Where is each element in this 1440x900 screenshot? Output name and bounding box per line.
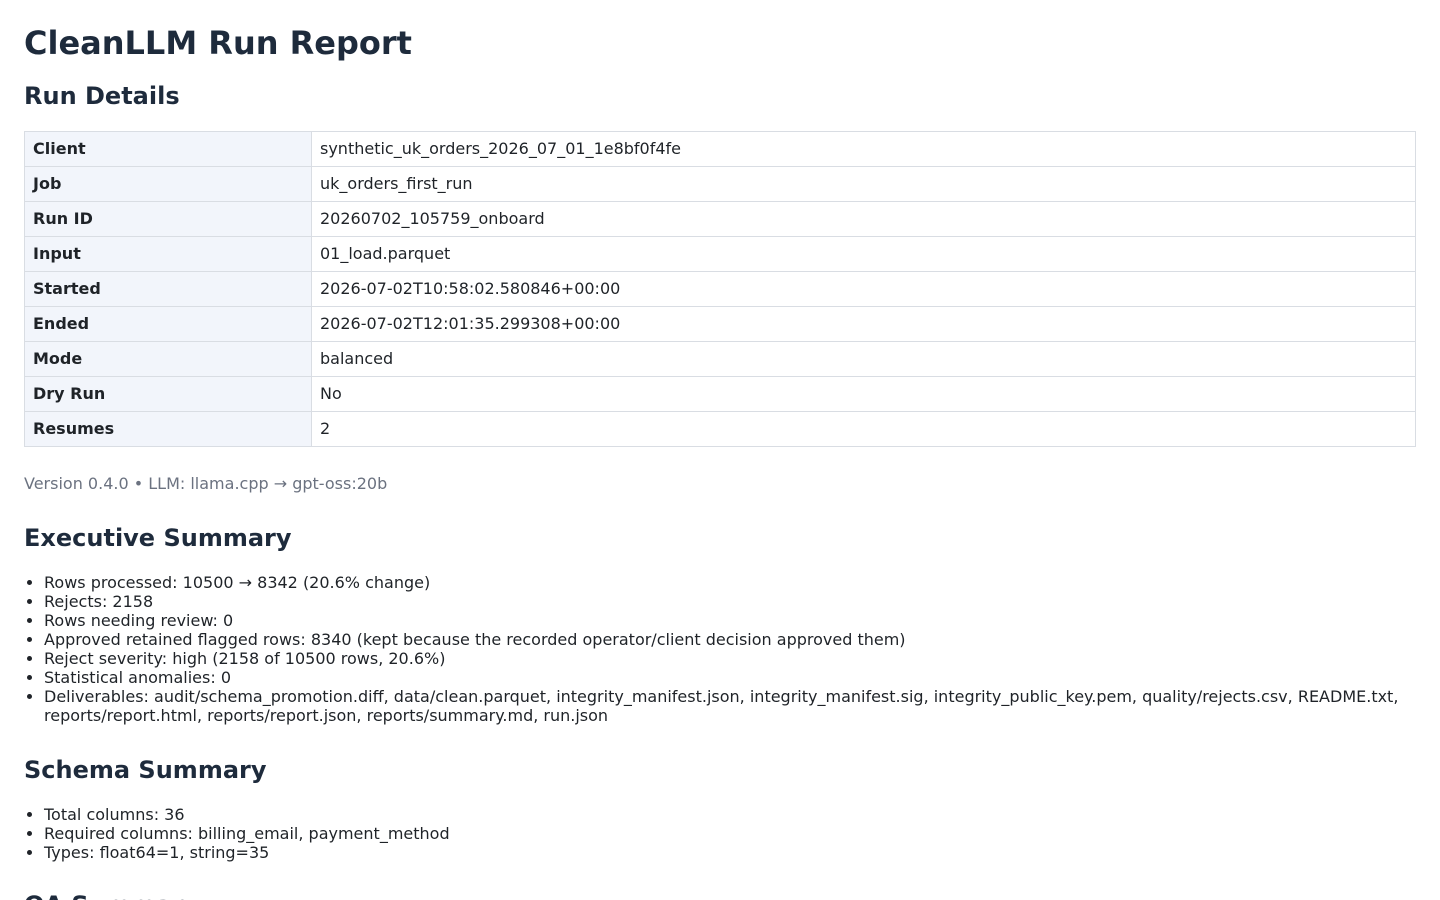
list-item: Rejects: 2158: [44, 592, 1416, 611]
table-row: Input 01_load.parquet: [24, 236, 1416, 272]
client-key: Client: [24, 131, 312, 167]
run-id-key: Run ID: [24, 201, 312, 237]
table-row: Dry Run No: [24, 376, 1416, 412]
run-id-value: 20260702_105759_onboard: [311, 201, 1416, 237]
table-row: Resumes 2: [24, 411, 1416, 447]
list-item: Reject severity: high (2158 of 10500 row…: [44, 649, 1416, 668]
table-row: Started 2026-07-02T10:58:02.580846+00:00: [24, 271, 1416, 307]
table-row: Mode balanced: [24, 341, 1416, 377]
list-item: Rows needing review: 0: [44, 611, 1416, 630]
started-key: Started: [24, 271, 312, 307]
job-value: uk_orders_first_run: [311, 166, 1416, 202]
list-item: Required columns: billing_email, payment…: [44, 824, 1416, 843]
qa-summary-heading: QA Summary: [24, 890, 199, 900]
list-item: Approved retained flagged rows: 8340 (ke…: [44, 630, 1416, 649]
list-item: Statistical anomalies: 0: [44, 668, 1416, 687]
executive-summary-list: Rows processed: 10500 → 8342 (20.6% chan…: [24, 573, 1416, 725]
input-value: 01_load.parquet: [311, 236, 1416, 272]
version-meta: Version 0.4.0 • LLM: llama.cpp → gpt-oss…: [24, 474, 388, 493]
table-row: Run ID 20260702_105759_onboard: [24, 201, 1416, 237]
run-details-table: Client synthetic_uk_orders_2026_07_01_1e…: [24, 131, 1416, 447]
dry-run-value: No: [311, 376, 1416, 412]
dry-run-key: Dry Run: [24, 376, 312, 412]
started-value: 2026-07-02T10:58:02.580846+00:00: [311, 271, 1416, 307]
resumes-value: 2: [311, 411, 1416, 447]
mode-value: balanced: [311, 341, 1416, 377]
schema-summary-list: Total columns: 36 Required columns: bill…: [24, 805, 1416, 862]
list-item: Deliverables: audit/schema_promotion.dif…: [44, 687, 1416, 725]
client-value: synthetic_uk_orders_2026_07_01_1e8bf0f4f…: [311, 131, 1416, 167]
table-row: Client synthetic_uk_orders_2026_07_01_1e…: [24, 131, 1416, 167]
schema-summary-heading: Schema Summary: [24, 756, 267, 784]
ended-key: Ended: [24, 306, 312, 342]
mode-key: Mode: [24, 341, 312, 377]
executive-summary-heading: Executive Summary: [24, 524, 292, 552]
table-row: Ended 2026-07-02T12:01:35.299308+00:00: [24, 306, 1416, 342]
ended-value: 2026-07-02T12:01:35.299308+00:00: [311, 306, 1416, 342]
resumes-key: Resumes: [24, 411, 312, 447]
input-key: Input: [24, 236, 312, 272]
list-item: Rows processed: 10500 → 8342 (20.6% chan…: [44, 573, 1416, 592]
table-row: Job uk_orders_first_run: [24, 166, 1416, 202]
list-item: Types: float64=1, string=35: [44, 843, 1416, 862]
run-details-heading: Run Details: [24, 82, 180, 110]
page-title: CleanLLM Run Report: [24, 24, 412, 62]
job-key: Job: [24, 166, 312, 202]
list-item: Total columns: 36: [44, 805, 1416, 824]
